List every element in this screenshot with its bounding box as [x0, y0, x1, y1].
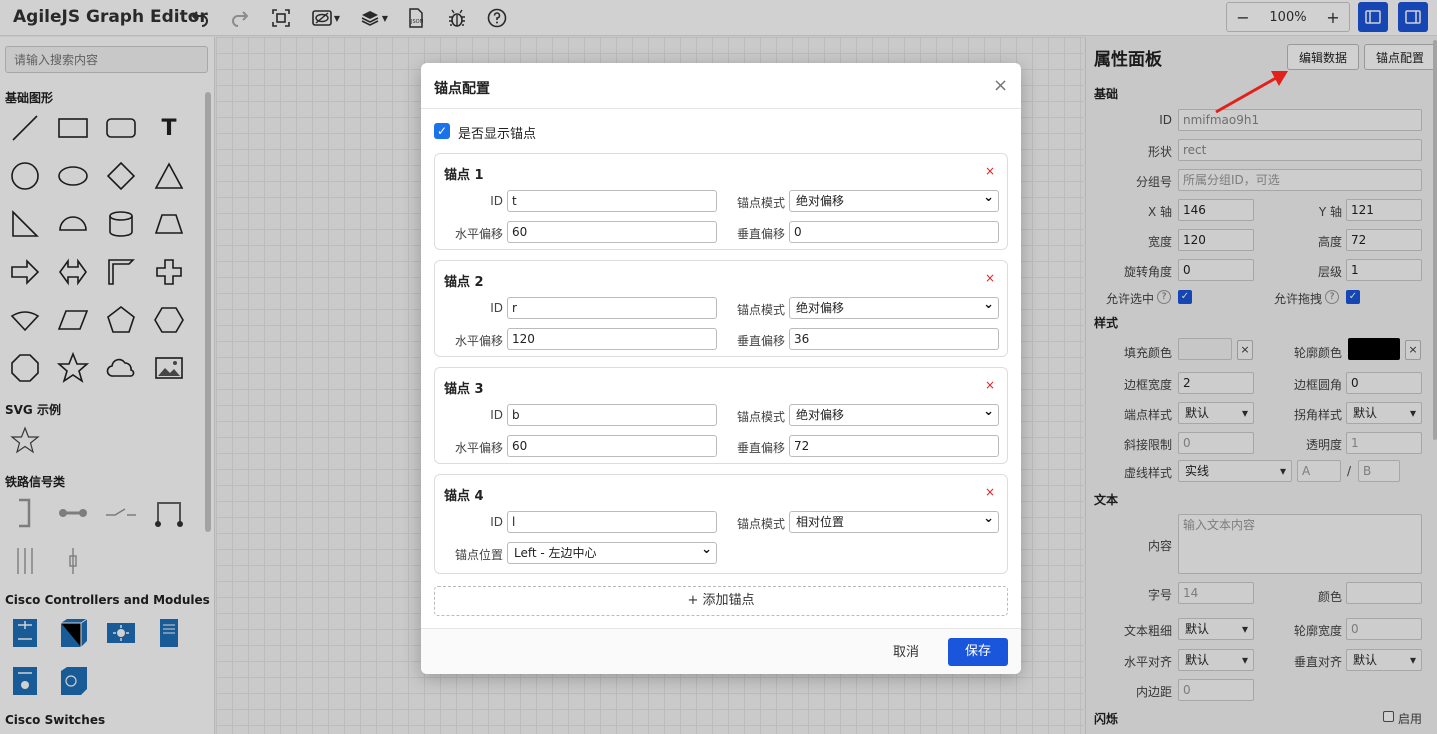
anchor-card: 锚点 4 × ID l 锚点模式 相对位置 锚点位置 Left - 左边中心 — [434, 474, 1008, 574]
show-anchor-checkbox[interactable]: ✓ — [434, 123, 450, 139]
v-offset-input[interactable]: 0 — [789, 221, 999, 243]
anchor-title: 锚点 2 — [444, 275, 484, 290]
anchor-title: 锚点 4 — [444, 489, 484, 504]
anchor-card: 锚点 3 × ID b 锚点模式 绝对偏移 水平偏移 60 垂直偏移 72 — [434, 367, 1008, 464]
anchor-card: 锚点 1 × ID t 锚点模式 绝对偏移 水平偏移 60 垂直偏移 0 — [434, 153, 1008, 250]
show-anchor-label: 是否显示锚点 — [458, 127, 537, 142]
anchor-mode-select[interactable]: 相对位置 — [789, 509, 999, 533]
dialog-header: 锚点配置 × — [421, 63, 1021, 109]
delete-anchor-button[interactable]: × — [985, 271, 995, 285]
annotation-arrow-icon — [1215, 71, 1288, 114]
anchor-config-dialog: 锚点配置 × ✓ 是否显示锚点 锚点 1 × ID t 锚点模式 绝对偏移 水平… — [421, 63, 1021, 674]
anchor-id-label: ID — [490, 194, 503, 208]
anchor-id-input[interactable]: b — [507, 404, 717, 426]
anchor-mode-label: 锚点模式 — [736, 410, 785, 424]
add-anchor-button[interactable]: + 添加锚点 — [434, 586, 1008, 616]
h-offset-label: 水平偏移 — [454, 227, 503, 241]
h-offset-input[interactable]: 60 — [507, 435, 717, 457]
anchor-mode-select[interactable]: 绝对偏移 — [789, 402, 999, 426]
anchor-mode-label: 锚点模式 — [736, 196, 785, 210]
v-offset-label: 垂直偏移 — [736, 334, 785, 348]
v-offset-input[interactable]: 36 — [789, 328, 999, 350]
anchor-id-input[interactable]: r — [507, 297, 717, 319]
anchor-mode-label: 锚点模式 — [736, 303, 785, 317]
anchor-title: 锚点 3 — [444, 382, 484, 397]
anchor-position-label: 锚点位置 — [454, 548, 503, 562]
v-offset-input[interactable]: 72 — [789, 435, 999, 457]
h-offset-input[interactable]: 120 — [507, 328, 717, 350]
delete-anchor-button[interactable]: × — [985, 164, 995, 178]
h-offset-input[interactable]: 60 — [507, 221, 717, 243]
delete-anchor-button[interactable]: × — [985, 485, 995, 499]
anchor-card: 锚点 2 × ID r 锚点模式 绝对偏移 水平偏移 120 垂直偏移 36 — [434, 260, 1008, 357]
v-offset-label: 垂直偏移 — [736, 227, 785, 241]
anchor-id-input[interactable]: l — [507, 511, 717, 533]
anchor-position-select[interactable]: Left - 左边中心 — [507, 540, 717, 564]
anchor-mode-label: 锚点模式 — [736, 517, 785, 531]
dialog-title: 锚点配置 — [434, 81, 490, 97]
dialog-footer: 取消 保存 — [421, 628, 1021, 674]
cancel-button[interactable]: 取消 — [884, 639, 928, 667]
delete-anchor-button[interactable]: × — [985, 378, 995, 392]
v-offset-label: 垂直偏移 — [736, 441, 785, 455]
anchor-id-input[interactable]: t — [507, 190, 717, 212]
close-icon[interactable]: × — [993, 77, 1008, 95]
anchor-mode-select[interactable]: 绝对偏移 — [789, 295, 999, 319]
h-offset-label: 水平偏移 — [454, 441, 503, 455]
anchor-id-label: ID — [490, 408, 503, 422]
anchor-id-label: ID — [490, 515, 503, 529]
anchor-mode-select[interactable]: 绝对偏移 — [789, 188, 999, 212]
anchor-id-label: ID — [490, 301, 503, 315]
h-offset-label: 水平偏移 — [454, 334, 503, 348]
save-button[interactable]: 保存 — [948, 638, 1008, 666]
anchor-title: 锚点 1 — [444, 168, 484, 183]
